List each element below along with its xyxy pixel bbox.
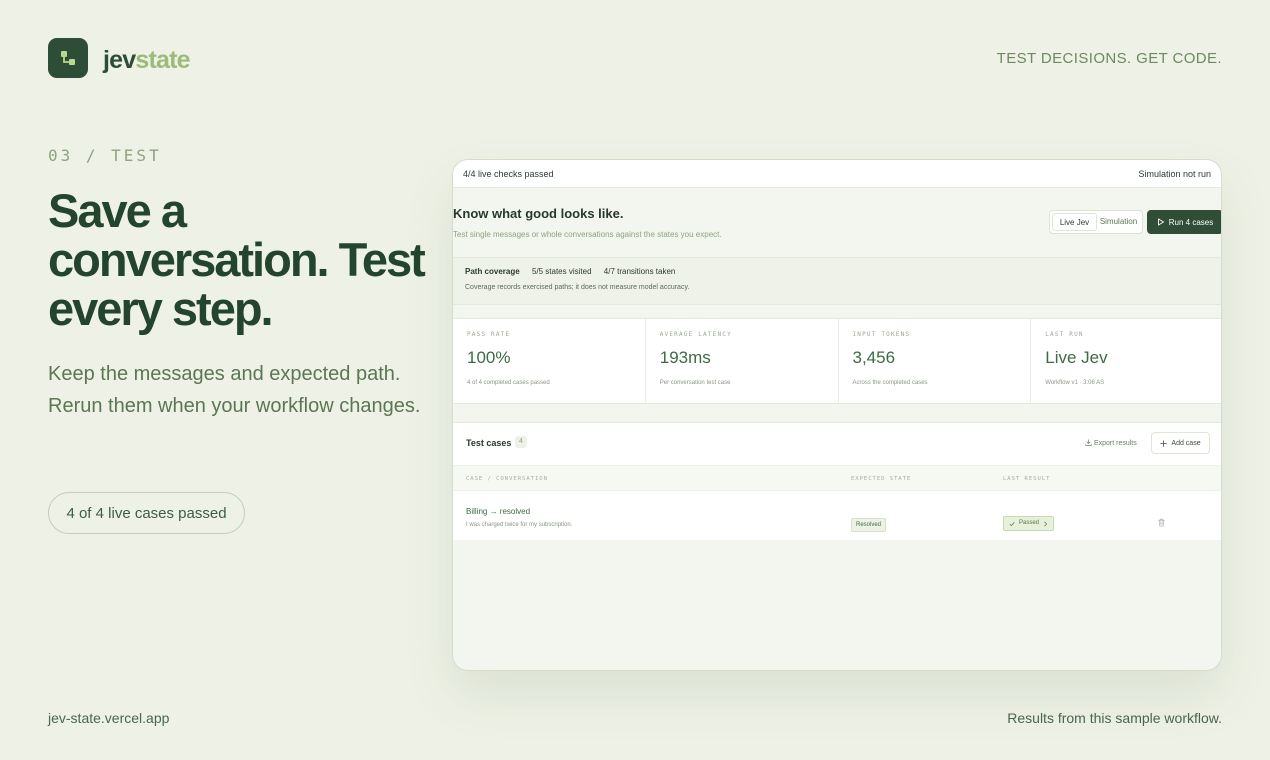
logo-tile[interactable] — [48, 38, 88, 78]
tagline: TEST DECISIONS. GET CODE. — [996, 50, 1222, 67]
download-icon — [1085, 439, 1092, 446]
column-header-last-result: LAST RESULT — [1003, 476, 1051, 482]
stat-input-tokens: INPUT TOKENS 3,456 Across the completed … — [839, 319, 1032, 403]
stat-label: INPUT TOKENS — [852, 331, 911, 338]
mode-option-simulation[interactable]: Simulation — [1097, 213, 1140, 231]
export-results-button[interactable]: Export results — [1085, 439, 1137, 447]
coverage-states: 5/5 states visited — [531, 267, 592, 276]
run-cases-label: Run 4 cases — [1168, 217, 1214, 227]
path-coverage-panel: Path coverage 5/5 states visited 4/7 tra… — [453, 257, 1221, 305]
stat-caption: Workflow v1 · 3:06 AS — [1045, 380, 1105, 386]
play-icon — [1157, 218, 1165, 226]
test-cases-count: 4 — [515, 436, 527, 448]
export-results-label: Export results — [1093, 440, 1137, 447]
test-cases-table-header: CASE / CONVERSATION EXPECTED STATE LAST … — [453, 465, 1221, 491]
stat-caption: 4 of 4 completed cases passed — [467, 380, 550, 386]
chevron-right-icon — [1044, 521, 1048, 526]
stat-average-latency: AVERAGE LATENCY 193ms Per conversation t… — [646, 319, 839, 403]
test-cases-panel: Test cases 4 Export results Add case CAS… — [453, 422, 1221, 541]
hero-headline: Save a conversation. Test every step. — [48, 184, 426, 335]
mode-option-live[interactable]: Live Jev — [1052, 213, 1097, 231]
result-label: Passed — [1019, 520, 1040, 526]
stats-row: PASS RATE 100% 4 of 4 completed cases pa… — [453, 318, 1221, 404]
hero-subtitle: Keep the messages and expected path. Rer… — [48, 363, 421, 417]
simulation-status: Simulation not run — [1138, 168, 1211, 179]
coverage-note: Coverage records exercised paths; it doe… — [465, 284, 690, 291]
trash-icon[interactable] — [1157, 518, 1166, 527]
stat-value: 193ms — [659, 348, 711, 367]
stat-caption: Per conversation test case — [659, 380, 731, 386]
stat-label: LAST RUN — [1045, 331, 1084, 338]
coverage-transitions: 4/7 transitions taken — [603, 267, 676, 276]
app-topbar: 4/4 live checks passed Simulation not ru… — [453, 160, 1221, 188]
stat-pass-rate: PASS RATE 100% 4 of 4 completed cases pa… — [453, 319, 646, 403]
check-icon — [1009, 521, 1015, 526]
workflow-logo-icon — [61, 51, 75, 65]
section-eyebrow: 03 / TEST — [48, 146, 162, 165]
footer-note: Results from this sample workflow. — [1007, 710, 1222, 726]
stat-value: Live Jev — [1045, 348, 1108, 367]
live-checks-status: 4/4 live checks passed — [463, 168, 554, 179]
stat-caption: Across the completed cases — [852, 380, 928, 386]
result-badge[interactable]: Passed — [1003, 516, 1055, 531]
footer-url: jev-state.vercel.app — [48, 710, 170, 726]
stat-label: AVERAGE LATENCY — [659, 331, 732, 338]
add-case-button[interactable]: Add case — [1151, 432, 1210, 454]
coverage-label: Path coverage — [465, 267, 520, 276]
case-name[interactable]: Billing → resolved — [466, 507, 530, 516]
add-case-label: Add case — [1171, 439, 1201, 447]
section-subtitle: Test single messages or whole conversati… — [453, 230, 722, 239]
case-description: I was charged twice for my subscription. — [466, 522, 573, 528]
stat-value: 100% — [467, 348, 511, 367]
section-title: Know what good looks like. — [453, 206, 624, 221]
run-cases-button[interactable]: Run 4 cases — [1147, 210, 1221, 234]
brand-part-2: state — [135, 46, 190, 74]
brand-part-1: jev — [103, 46, 136, 74]
app-preview-card: 4/4 live checks passed Simulation not ru… — [452, 159, 1222, 671]
expected-state-badge: Resolved — [851, 518, 887, 532]
column-header-case: CASE / CONVERSATION — [466, 476, 548, 482]
stat-label: PASS RATE — [467, 331, 511, 338]
brand-name[interactable]: jevstate — [103, 46, 191, 75]
column-header-expected-state: EXPECTED STATE — [851, 476, 912, 482]
test-cases-title: Test cases — [466, 438, 512, 448]
stat-value: 3,456 — [852, 348, 896, 367]
plus-icon — [1160, 439, 1167, 447]
status-pill: 4 of 4 live cases passed — [48, 492, 245, 534]
table-row[interactable]: Billing → resolved I was charged twice f… — [453, 493, 1221, 541]
stat-last-run: LAST RUN Live Jev Workflow v1 · 3:06 AS — [1031, 319, 1221, 403]
mode-toggle[interactable]: Live Jev Simulation — [1049, 210, 1143, 234]
